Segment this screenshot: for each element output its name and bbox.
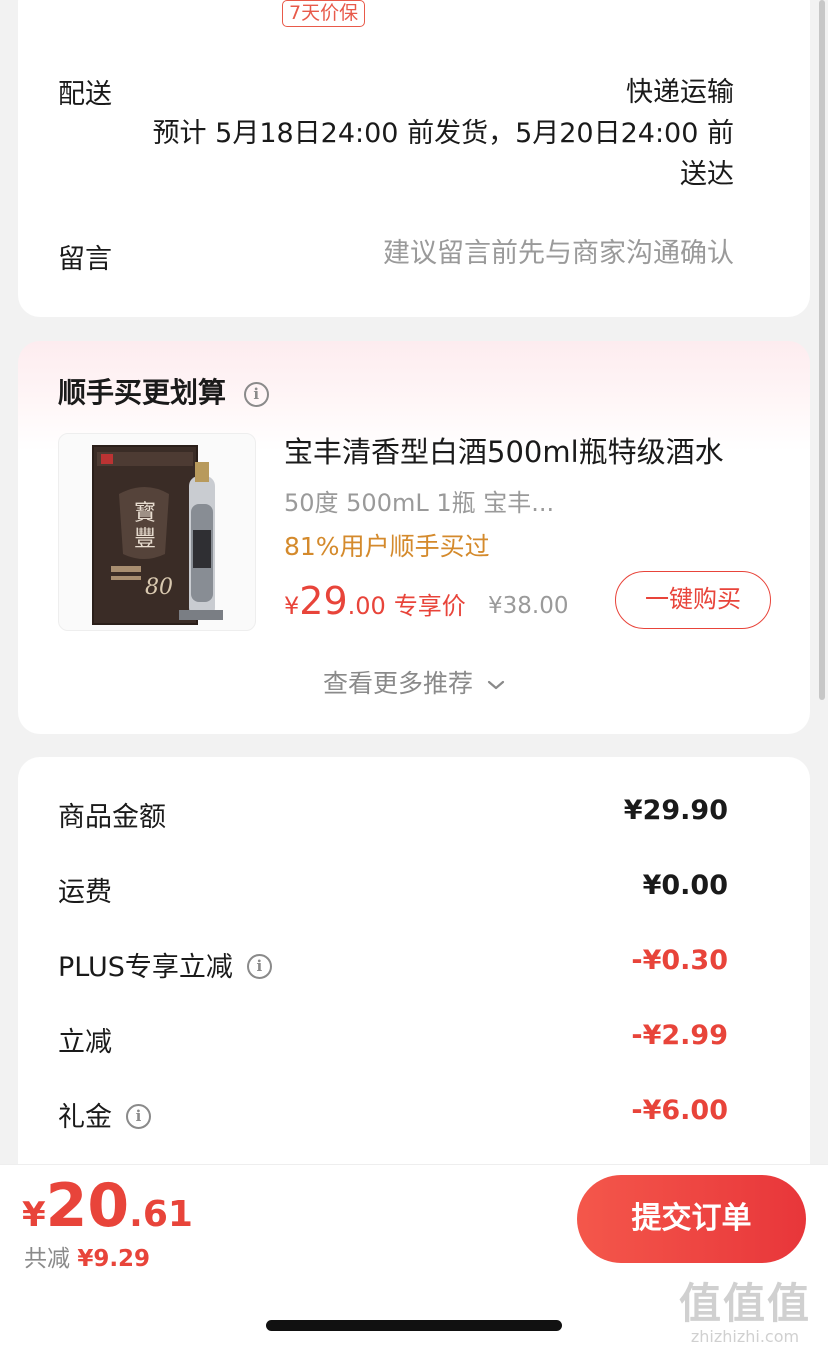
watermark: 值值值 zhizhizhi.com [670,1270,820,1346]
product-image[interactable]: 寳 豐 80 [58,433,256,631]
svg-text:寳: 寳 [134,501,156,526]
price-protection-badge: 7天价保 [282,0,366,27]
chevron-down-icon [487,680,505,690]
saved-label: 共减 [24,1246,70,1272]
delivery-label: 配送 [58,79,112,110]
summary-value: -¥0.30 [631,945,728,976]
checkout-bar: ¥20.61 共减 ¥9.29 提交订单 [0,1164,828,1274]
summary-value: -¥2.99 [631,1020,728,1051]
delivery-method: 快递运输 [626,77,734,108]
one-click-buy-button[interactable]: 一键购买 [615,571,771,629]
info-circle-icon[interactable]: i [126,1104,151,1129]
note-input[interactable]: 建议留言前先与商家沟通确认 [383,233,734,274]
summary-label: 运费 [58,877,112,908]
summary-label: 立减 [58,1027,112,1058]
price-currency: ¥ [284,592,300,620]
price-integer: 29 [299,579,348,623]
delivery-estimate: 预计 5月18日24:00 前发货，5月20日24:00 前 [152,118,734,149]
note-label: 留言 [58,244,112,275]
product-price: ¥29.00 专享价 [284,579,466,623]
summary-label: 商品金额 [58,802,166,833]
recommend-card: 顺手买更划算 i 寳 豐 80 宝丰清香型白酒500ml瓶特级酒水 50度 50… [18,341,810,734]
watermark-site: zhizhizhi.com [690,1327,800,1346]
summary-label-wrap: PLUS专享立减 i [58,945,272,984]
product-buy-rate: 81%用户顺手买过 [284,532,490,561]
liquor-bottle-icon: 寳 豐 80 [92,445,223,625]
summary-label-wrap: 礼金 i [58,1095,151,1134]
original-price: ¥38.00 [488,593,569,619]
delivery-info[interactable]: 快递运输 预计 5月18日24:00 前发货，5月20日24:00 前 送达 [153,72,734,195]
home-indicator[interactable] [266,1320,562,1331]
svg-text:80: 80 [145,575,173,600]
delivery-estimate-cont: 送达 [680,159,734,190]
summary-value: ¥29.90 [623,795,728,826]
product-name[interactable]: 宝丰清香型白酒500ml瓶特级酒水 [284,429,724,471]
info-circle-icon[interactable]: i [246,954,272,979]
svg-text:豐: 豐 [134,527,156,552]
info-circle-icon[interactable]: i [243,381,269,407]
scrollbar[interactable] [819,0,825,700]
saved-amount: ¥9.29 [77,1246,151,1272]
total-currency: ¥ [22,1195,46,1235]
summary-label: 礼金 [58,1102,112,1133]
summary-value: -¥6.00 [631,1095,728,1126]
submit-order-button[interactable]: 提交订单 [577,1175,806,1263]
total-integer: 20 [45,1171,130,1241]
price-tag: 专享价 [393,592,466,620]
total-saved[interactable]: 共减 ¥9.29 [24,1239,150,1273]
summary-value: ¥0.00 [642,870,728,901]
more-recommendations-link[interactable]: 查看更多推荐 [18,664,810,700]
delivery-card: 7天价保 配送 快递运输 预计 5月18日24:00 前发货，5月20日24:0… [18,0,810,317]
summary-label: PLUS专享立减 [58,952,233,983]
price-decimal: .00 [347,592,386,620]
total-price: ¥20.61 [22,1171,193,1241]
watermark-logo: 值值值 [678,1279,811,1328]
recommend-title-text: 顺手买更划算 [58,376,227,409]
recommend-title: 顺手买更划算 i [58,371,269,411]
total-decimal: .61 [129,1194,193,1235]
product-spec: 50度 500mL 1瓶 宝丰... [284,489,555,517]
more-recommendations-label: 查看更多推荐 [323,669,474,698]
